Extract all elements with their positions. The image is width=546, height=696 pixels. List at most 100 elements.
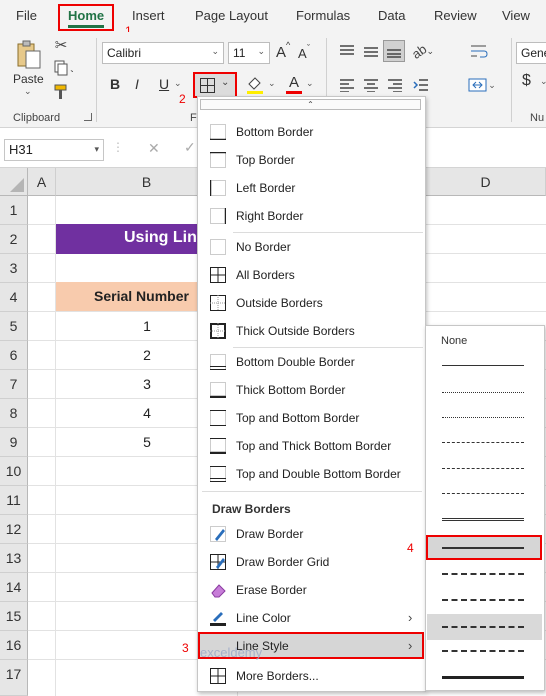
- menu-item-all-borders[interactable]: All Borders: [198, 261, 425, 289]
- orientation-icon[interactable]: ab ⌄: [409, 41, 436, 62]
- line-style-medium-dashed[interactable]: [442, 573, 524, 575]
- row-header[interactable]: 15: [0, 602, 28, 631]
- currency-icon[interactable]: $: [522, 72, 531, 90]
- table-cell[interactable]: 4: [56, 399, 206, 428]
- tab-file[interactable]: File: [16, 8, 37, 23]
- menu-item-erase-border[interactable]: Erase Border: [198, 576, 425, 604]
- align-right-icon[interactable]: [386, 76, 404, 94]
- title-cell[interactable]: Using Lin: [56, 224, 206, 254]
- line-style-double[interactable]: [442, 518, 524, 521]
- row-header[interactable]: 7: [0, 370, 28, 399]
- menu-item-no-border[interactable]: No Border: [198, 233, 425, 261]
- row-header[interactable]: 16: [0, 631, 28, 660]
- menu-item-bottom-border[interactable]: Bottom Border: [198, 118, 425, 146]
- top-align-icon[interactable]: [338, 42, 356, 60]
- grow-font-icon[interactable]: A: [276, 44, 286, 61]
- paste-chevron-down-icon[interactable]: ⌄: [24, 86, 32, 97]
- shrink-font-icon[interactable]: A: [298, 46, 307, 61]
- table-cell[interactable]: 3: [56, 370, 206, 399]
- bold-button[interactable]: B: [110, 76, 120, 92]
- copy-icon[interactable]: ⌄: [52, 60, 74, 76]
- middle-align-icon[interactable]: [362, 42, 380, 60]
- tab-data[interactable]: Data: [378, 8, 405, 23]
- row-header[interactable]: 17: [0, 660, 28, 696]
- font-size-box[interactable]: 11 ⌄: [228, 42, 270, 64]
- row-header[interactable]: 13: [0, 544, 28, 573]
- menu-item-thick-bottom-border[interactable]: Thick Bottom Border: [198, 376, 425, 404]
- menu-item-top-and-thick-bottom-border[interactable]: Top and Thick Bottom Border: [198, 432, 425, 460]
- borders-button[interactable]: ⌄: [193, 72, 237, 98]
- row-header[interactable]: 2: [0, 225, 28, 254]
- menu-item-draw-border[interactable]: Draw Border: [198, 520, 425, 548]
- select-all-corner[interactable]: [0, 168, 28, 196]
- menu-item-thick-outside-borders[interactable]: Thick Outside Borders: [198, 317, 425, 345]
- bottom-align-icon[interactable]: [383, 40, 405, 62]
- font-name-box[interactable]: Calibri ⌄: [102, 42, 224, 64]
- line-style-dash-dot[interactable]: [442, 442, 524, 443]
- underline-chevron-down-icon[interactable]: ⌄: [174, 78, 182, 89]
- underline-button[interactable]: U: [159, 76, 169, 92]
- line-style-thin-solid[interactable]: [442, 365, 524, 366]
- line-style-medium-dash-dot-dot[interactable]: [442, 626, 524, 628]
- row-header[interactable]: 1: [0, 196, 28, 225]
- table-cell[interactable]: 2: [56, 341, 206, 370]
- confirm-icon[interactable]: ✓: [184, 139, 196, 156]
- tab-formulas[interactable]: Formulas: [296, 8, 350, 23]
- name-box[interactable]: H31 ▾: [4, 139, 104, 161]
- tab-insert[interactable]: Insert: [132, 8, 165, 23]
- wrap-text-icon[interactable]: [466, 42, 492, 60]
- menu-item-bottom-double-border[interactable]: Bottom Double Border: [198, 348, 425, 376]
- menu-item-top-and-double-bottom-border[interactable]: Top and Double Bottom Border: [198, 460, 425, 488]
- row-header[interactable]: 8: [0, 399, 28, 428]
- indent-icon[interactable]: [412, 76, 430, 94]
- menu-item-right-border[interactable]: Right Border: [198, 202, 425, 230]
- menu-item-draw-border-grid[interactable]: Draw Border Grid: [198, 548, 425, 576]
- column-header-d[interactable]: D: [426, 168, 546, 196]
- menu-item-top-and-bottom-border[interactable]: Top and Bottom Border: [198, 404, 425, 432]
- tab-review[interactable]: Review: [434, 8, 477, 23]
- cut-icon[interactable]: ✂: [53, 37, 69, 54]
- number-format-box[interactable]: Gene: [516, 42, 546, 64]
- scroll-up-icon[interactable]: ⌃: [200, 99, 421, 110]
- merge-center-icon[interactable]: ⌄: [466, 74, 498, 96]
- currency-chevron-down-icon[interactable]: ⌄: [540, 76, 546, 87]
- menu-item-more-borders[interactable]: More Borders...: [198, 662, 425, 690]
- menu-item-left-border[interactable]: Left Border: [198, 174, 425, 202]
- row-header[interactable]: 5: [0, 312, 28, 341]
- row-header[interactable]: 10: [0, 457, 28, 486]
- menu-item-top-border[interactable]: Top Border: [198, 146, 425, 174]
- fill-color-icon[interactable]: [244, 74, 266, 96]
- fill-chevron-down-icon[interactable]: ⌄: [268, 78, 276, 89]
- line-style-medium-solid[interactable]: [442, 547, 524, 549]
- serial-number-header-cell[interactable]: Serial Number: [56, 282, 206, 311]
- line-style-none[interactable]: None: [441, 335, 467, 347]
- format-painter-icon[interactable]: [53, 84, 69, 100]
- line-style-medium-dash-dot[interactable]: [442, 599, 524, 601]
- line-style-dotted[interactable]: [442, 417, 524, 418]
- menu-item-line-color[interactable]: Line Color ›: [198, 604, 425, 632]
- row-header[interactable]: 9: [0, 428, 28, 457]
- row-header[interactable]: 6: [0, 341, 28, 370]
- align-left-icon[interactable]: [338, 76, 356, 94]
- menu-item-outside-borders[interactable]: Outside Borders: [198, 289, 425, 317]
- line-style-hairline[interactable]: [442, 392, 524, 393]
- tab-view[interactable]: View: [502, 8, 530, 23]
- paste-label[interactable]: Paste: [13, 72, 44, 86]
- clipboard-dialog-launcher-icon[interactable]: [84, 113, 92, 121]
- italic-button[interactable]: I: [135, 76, 139, 92]
- line-style-dash-dot-dot[interactable]: [442, 468, 524, 469]
- line-style-thick[interactable]: [442, 676, 524, 679]
- paste-icon[interactable]: [14, 38, 44, 72]
- line-style-dashed[interactable]: [442, 493, 524, 494]
- line-style-slanted-dash-dot[interactable]: [442, 650, 524, 652]
- row-header[interactable]: 12: [0, 515, 28, 544]
- column-header-a[interactable]: A: [28, 168, 56, 196]
- cancel-icon[interactable]: ✕: [148, 140, 160, 157]
- align-center-icon[interactable]: [362, 76, 380, 94]
- row-header[interactable]: 11: [0, 486, 28, 515]
- table-cell[interactable]: 5: [56, 428, 206, 457]
- tab-page-layout[interactable]: Page Layout: [195, 8, 268, 23]
- row-header[interactable]: 4: [0, 283, 28, 312]
- row-header[interactable]: 3: [0, 254, 28, 283]
- table-cell[interactable]: 1: [56, 312, 206, 341]
